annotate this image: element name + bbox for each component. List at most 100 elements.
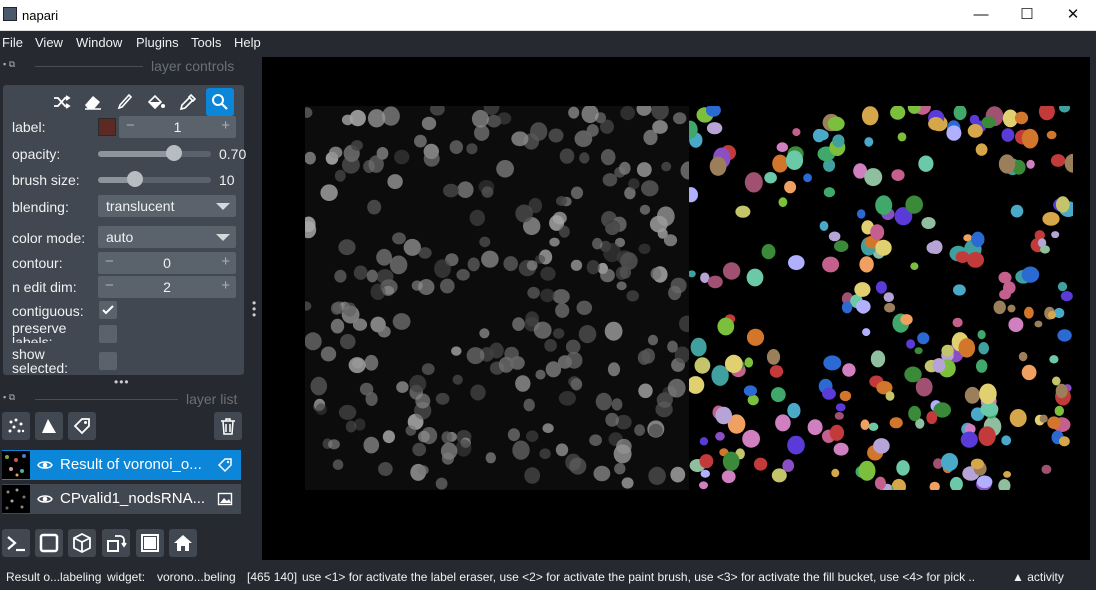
dock-float-icon[interactable]: ▪ ⧉ <box>3 59 15 70</box>
contour-label: contour: <box>12 255 63 271</box>
opacity-value: 0.70 <box>219 146 247 162</box>
points-icon <box>8 418 25 433</box>
checkmark-icon <box>102 305 114 315</box>
n-edit-dim-label: n edit dim: <box>12 279 77 295</box>
dock-resize-handle[interactable]: ••• <box>114 375 130 389</box>
layer-controls-panel: label: − 1 + opacity: 0.70 brush size: 1… <box>3 85 247 375</box>
label-value: 1 <box>173 119 182 135</box>
dock-title-line <box>35 399 178 400</box>
shuffle-icon <box>54 95 71 109</box>
blending-dropdown[interactable]: translucent <box>98 195 236 217</box>
label-color-swatch <box>98 118 116 136</box>
eraser-button[interactable] <box>79 88 107 116</box>
voronoi-labels-image <box>689 106 1073 490</box>
menu-view[interactable]: View <box>35 35 63 50</box>
grayscale-nuclei-image <box>305 106 689 490</box>
new-shapes-layer-button[interactable] <box>35 412 63 440</box>
chevron-down-icon <box>216 234 230 241</box>
menu-window[interactable]: Window <box>76 35 122 50</box>
status-layer-name: Result o...labeling <box>6 570 102 584</box>
viewer-canvas[interactable] <box>262 57 1090 560</box>
opacity-slider[interactable] <box>98 145 211 161</box>
toggle-ndisplay-button[interactable] <box>35 529 63 557</box>
blending-value: translucent <box>106 198 175 214</box>
label-spinbox[interactable]: − 1 + <box>119 116 236 138</box>
viewer-canvas-area <box>261 55 1096 565</box>
layer-thumbnail <box>2 451 30 479</box>
home-button[interactable] <box>169 529 197 557</box>
menu-tools[interactable]: Tools <box>191 35 221 50</box>
layer-name: Result of voronoi_o... <box>60 456 202 473</box>
show-selected-checkbox[interactable] <box>99 352 117 370</box>
color-mode-dropdown[interactable]: auto <box>98 226 236 248</box>
opacity-slider-fill <box>98 151 174 157</box>
n-edit-dim-spinbox[interactable]: − 2 + <box>98 276 236 298</box>
zoom-icon <box>212 94 228 110</box>
console-button[interactable] <box>2 529 30 557</box>
dock-float-icon[interactable]: ▪ ⧉ <box>3 392 15 403</box>
grid-mode-button[interactable] <box>136 529 164 557</box>
trash-icon <box>221 418 235 435</box>
activity-button[interactable]: ▲ activity <box>1012 570 1064 584</box>
paint-brush-icon <box>117 93 133 110</box>
label-tag-icon <box>73 418 90 435</box>
napari-app-icon <box>3 7 17 21</box>
image-layer-type-icon <box>217 492 233 506</box>
layer-name: CPvalid1_nodsRNA... <box>60 490 206 507</box>
n-edit-dim-value: 2 <box>163 279 171 295</box>
minimize-button[interactable]: — <box>958 0 1004 30</box>
roll-dimensions-button[interactable] <box>68 529 96 557</box>
transpose-button[interactable] <box>102 529 130 557</box>
color-mode-value: auto <box>106 229 134 245</box>
dock-side-resize-handle[interactable]: • • • <box>252 297 258 321</box>
visibility-eye-icon[interactable] <box>37 457 53 473</box>
status-widget-name: vorono...beling <box>157 570 236 584</box>
contour-value: 0 <box>163 255 171 271</box>
maximize-button[interactable]: ☐ <box>1004 0 1050 30</box>
grid-square-icon <box>141 534 159 552</box>
window-title: napari <box>22 8 59 23</box>
layer-row-image[interactable]: CPvalid1_nodsRNA... <box>2 484 241 514</box>
preserve-labels-checkbox[interactable] <box>99 325 117 343</box>
color-mode-label: color mode: <box>12 230 86 246</box>
increment-icon[interactable]: + <box>221 277 230 294</box>
show-selected-label: show selected: <box>12 347 69 373</box>
opacity-slider-handle[interactable] <box>165 145 182 161</box>
paint-brush-button[interactable] <box>110 88 138 116</box>
new-labels-layer-button[interactable] <box>68 412 96 440</box>
cube-icon <box>73 532 91 554</box>
menu-bar: File View Window Plugins Tools Help <box>0 31 1096 55</box>
close-button[interactable]: ✕ <box>1050 0 1096 30</box>
home-icon <box>174 535 192 551</box>
status-message: use <1> for activate the label eraser, u… <box>302 570 974 584</box>
eraser-icon <box>85 96 101 110</box>
color-picker-icon <box>179 93 197 111</box>
square-2d-icon <box>39 533 59 553</box>
brush-size-value: 10 <box>219 172 235 188</box>
contour-spinbox[interactable]: − 0 + <box>98 252 236 274</box>
shapes-icon <box>42 419 56 433</box>
new-points-layer-button[interactable] <box>2 412 30 440</box>
labels-layer-type-icon <box>217 458 232 473</box>
brush-size-slider-handle[interactable] <box>127 171 144 187</box>
brush-size-label: brush size: <box>12 172 80 188</box>
visibility-eye-icon[interactable] <box>37 491 53 507</box>
increment-icon[interactable]: + <box>221 253 230 270</box>
terminal-icon <box>7 536 25 552</box>
contiguous-checkbox[interactable] <box>99 301 117 319</box>
chevron-down-icon <box>216 203 230 210</box>
delete-layer-button[interactable] <box>214 412 242 440</box>
color-picker-button[interactable] <box>174 88 202 116</box>
brush-size-slider[interactable] <box>98 171 211 187</box>
fill-bucket-icon <box>147 94 165 110</box>
layer-row-labels[interactable]: Result of voronoi_o... <box>2 450 241 480</box>
transpose-icon <box>107 535 127 552</box>
increment-icon[interactable]: + <box>221 117 230 134</box>
fill-bucket-button[interactable] <box>142 88 170 116</box>
menu-help[interactable]: Help <box>234 35 261 50</box>
shuffle-colors-button[interactable] <box>48 88 76 116</box>
menu-plugins[interactable]: Plugins <box>136 35 179 50</box>
menu-file[interactable]: File <box>2 35 23 50</box>
zoom-button[interactable] <box>206 88 234 116</box>
status-coordinates: [465 140] <box>247 570 298 584</box>
